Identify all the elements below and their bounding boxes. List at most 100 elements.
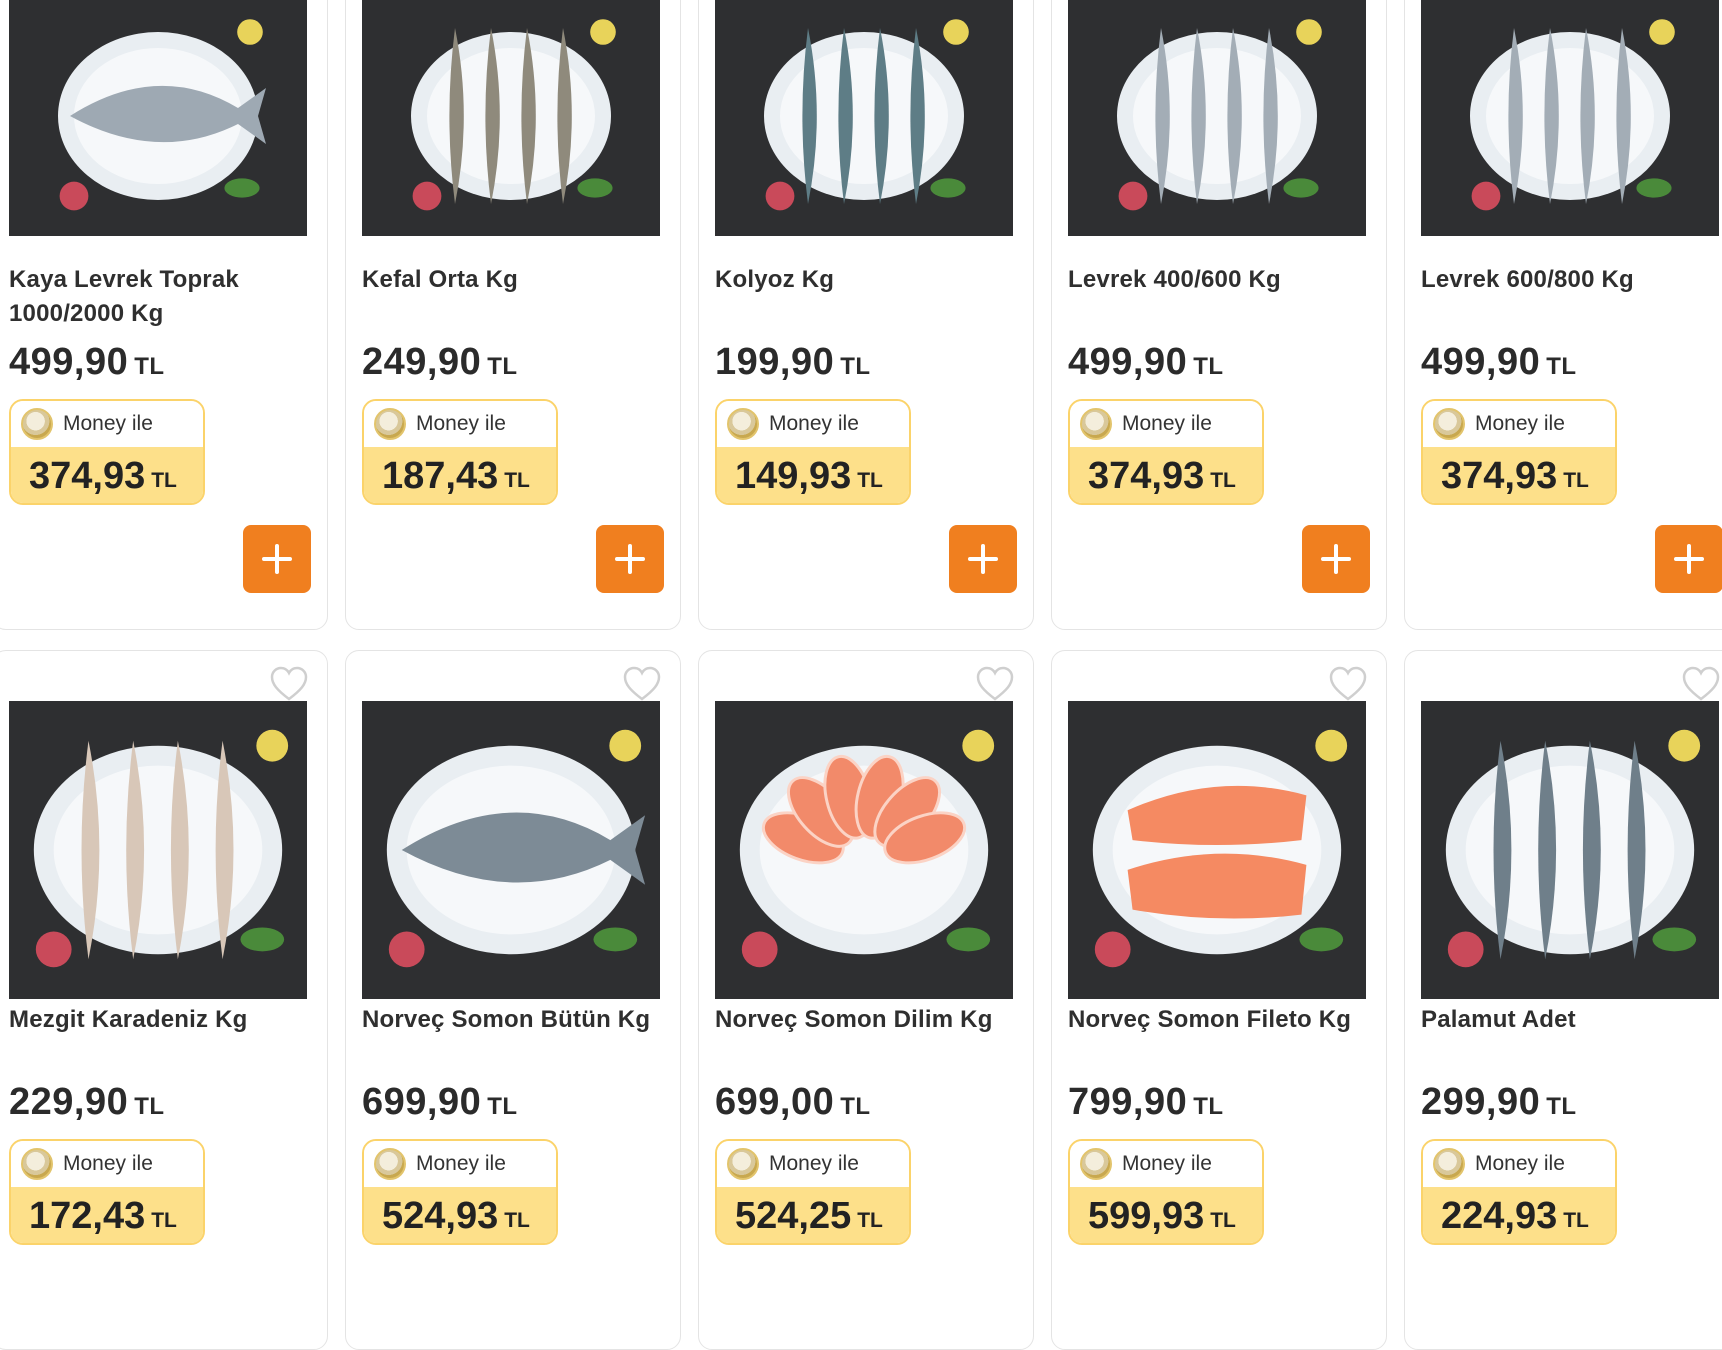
money-coin-icon xyxy=(374,1148,406,1180)
favorite-heart-icon[interactable] xyxy=(975,665,1015,703)
money-badge-header: Money ile xyxy=(1423,401,1615,447)
product-image[interactable] xyxy=(1068,701,1366,999)
product-card[interactable]: Palamut Adet 299,90 TL Money ile 224,93 TL xyxy=(1404,650,1722,1350)
money-coin-icon xyxy=(727,1148,759,1180)
money-discount-badge: Money ile 224,93 TL xyxy=(1421,1139,1617,1245)
price-currency: TL xyxy=(1546,353,1577,380)
money-badge-header: Money ile xyxy=(364,401,556,447)
money-discount-badge: Money ile 374,93 TL xyxy=(1421,399,1617,505)
money-discount-badge: Money ile 149,93 TL xyxy=(715,399,911,505)
money-label: Money ile xyxy=(1475,412,1565,435)
money-badge-header: Money ile xyxy=(1070,1141,1262,1187)
product-image[interactable] xyxy=(362,701,660,999)
product-image[interactable] xyxy=(715,701,1013,999)
money-badge-header: Money ile xyxy=(1070,401,1262,447)
money-label: Money ile xyxy=(63,1152,153,1175)
favorite-heart-icon[interactable] xyxy=(1681,665,1721,703)
price-currency: TL xyxy=(487,1093,518,1120)
product-card[interactable]: Kaya Levrek Toprak 1000/2000 Kg 499,90 TL M… xyxy=(0,0,328,630)
money-price-currency: TL xyxy=(151,469,177,492)
money-label: Money ile xyxy=(63,412,153,435)
product-image[interactable] xyxy=(1421,701,1719,999)
price-value: 699,00 xyxy=(715,1081,835,1123)
money-label: Money ile xyxy=(1122,1152,1212,1175)
price-value: 499,90 xyxy=(9,341,129,383)
product-card[interactable]: Norveç Somon Dilim Kg 699,00 TL Money ile 52… xyxy=(698,650,1034,1350)
product-card[interactable]: Levrek 400/600 Kg 499,90 TL Money ile 374,93… xyxy=(1051,0,1387,630)
money-price-currency: TL xyxy=(504,1209,530,1232)
money-price: 149,93 TL xyxy=(717,447,909,503)
product-name[interactable]: Mezgit Karadeniz Kg xyxy=(9,1003,309,1037)
product-image[interactable] xyxy=(9,701,307,999)
add-to-cart-button[interactable] xyxy=(1302,525,1370,593)
add-to-cart-button[interactable] xyxy=(243,525,311,593)
money-price: 224,93 TL xyxy=(1423,1187,1615,1243)
product-price: 249,90 TL xyxy=(362,341,518,384)
product-price: 499,90 TL xyxy=(1068,341,1224,384)
product-image[interactable] xyxy=(362,0,660,236)
money-badge-header: Money ile xyxy=(1423,1141,1615,1187)
money-discount-badge: Money ile 172,43 TL xyxy=(9,1139,205,1245)
price-currency: TL xyxy=(840,1093,871,1120)
money-price: 599,93 TL xyxy=(1070,1187,1262,1243)
product-price: 499,90 TL xyxy=(1421,341,1577,384)
product-name[interactable]: Palamut Adet xyxy=(1421,1003,1721,1037)
money-price-currency: TL xyxy=(151,1209,177,1232)
product-image[interactable] xyxy=(1068,0,1366,236)
favorite-heart-icon[interactable] xyxy=(1328,665,1368,703)
add-to-cart-button[interactable] xyxy=(1655,525,1722,593)
product-name[interactable]: Kaya Levrek Toprak 1000/2000 Kg xyxy=(9,263,309,331)
product-card[interactable]: Mezgit Karadeniz Kg 229,90 TL Money ile 172,… xyxy=(0,650,328,1350)
price-value: 799,90 xyxy=(1068,1081,1188,1123)
money-price-currency: TL xyxy=(857,469,883,492)
product-image[interactable] xyxy=(715,0,1013,236)
money-discount-badge: Money ile 374,93 TL xyxy=(1068,399,1264,505)
product-name[interactable]: Kefal Orta Kg xyxy=(362,263,662,297)
price-currency: TL xyxy=(1193,1093,1224,1120)
money-badge-header: Money ile xyxy=(11,1141,203,1187)
money-price: 524,93 TL xyxy=(364,1187,556,1243)
product-name[interactable]: Kolyoz Kg xyxy=(715,263,1015,297)
product-image[interactable] xyxy=(9,0,307,236)
product-name[interactable]: Levrek 400/600 Kg xyxy=(1068,263,1368,297)
money-badge-header: Money ile xyxy=(11,401,203,447)
favorite-heart-icon[interactable] xyxy=(269,665,309,703)
product-price: 699,90 TL xyxy=(362,1081,518,1124)
favorite-heart-icon[interactable] xyxy=(622,665,662,703)
money-coin-icon xyxy=(1080,408,1112,440)
money-price-value: 172,43 xyxy=(29,1194,146,1237)
money-discount-badge: Money ile 524,25 TL xyxy=(715,1139,911,1245)
price-value: 499,90 xyxy=(1421,341,1541,383)
product-price: 299,90 TL xyxy=(1421,1081,1577,1124)
money-label: Money ile xyxy=(416,1152,506,1175)
add-to-cart-button[interactable] xyxy=(596,525,664,593)
product-price: 499,90 TL xyxy=(9,341,165,384)
product-card[interactable]: Kolyoz Kg 199,90 TL Money ile 149,93 TL xyxy=(698,0,1034,630)
money-coin-icon xyxy=(1433,1148,1465,1180)
money-price: 524,25 TL xyxy=(717,1187,909,1243)
price-currency: TL xyxy=(134,1093,165,1120)
product-price: 799,90 TL xyxy=(1068,1081,1224,1124)
product-name[interactable]: Norveç Somon Bütün Kg xyxy=(362,1003,662,1037)
price-value: 299,90 xyxy=(1421,1081,1541,1123)
product-image[interactable] xyxy=(1421,0,1719,236)
money-price-currency: TL xyxy=(1563,1209,1589,1232)
money-price-value: 374,93 xyxy=(29,454,146,497)
product-card[interactable]: Norveç Somon Bütün Kg 699,90 TL Money ile 52… xyxy=(345,650,681,1350)
product-card[interactable]: Kefal Orta Kg 249,90 TL Money ile 187,43 TL xyxy=(345,0,681,630)
product-card[interactable]: Norveç Somon Fileto Kg 799,90 TL Money ile 5… xyxy=(1051,650,1387,1350)
product-name[interactable]: Norveç Somon Fileto Kg xyxy=(1068,1003,1368,1037)
money-label: Money ile xyxy=(416,412,506,435)
money-badge-header: Money ile xyxy=(717,1141,909,1187)
add-to-cart-button[interactable] xyxy=(949,525,1017,593)
product-name[interactable]: Norveç Somon Dilim Kg xyxy=(715,1003,1015,1037)
price-value: 199,90 xyxy=(715,341,835,383)
money-price: 374,93 TL xyxy=(1423,447,1615,503)
product-card[interactable]: Levrek 600/800 Kg 499,90 TL Money ile 374,93… xyxy=(1404,0,1722,630)
money-coin-icon xyxy=(374,408,406,440)
product-name[interactable]: Levrek 600/800 Kg xyxy=(1421,263,1721,297)
money-price: 172,43 TL xyxy=(11,1187,203,1243)
money-price-value: 524,25 xyxy=(735,1194,852,1237)
money-price: 374,93 TL xyxy=(1070,447,1262,503)
money-label: Money ile xyxy=(769,412,859,435)
